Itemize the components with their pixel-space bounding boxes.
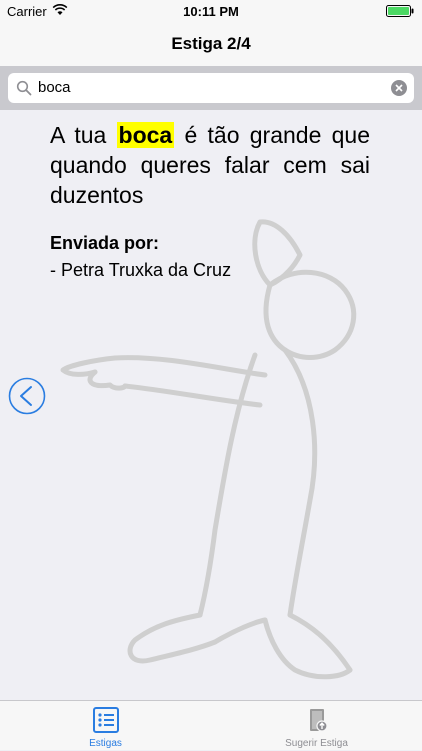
suggest-icon — [303, 706, 331, 734]
tab-sugerir-estiga[interactable]: Sugerir Estiga — [211, 701, 422, 751]
content-area: A tua boca é tão grande que quando quere… — [0, 110, 422, 700]
quote-text-before: A tua — [50, 122, 117, 148]
previous-button[interactable] — [8, 377, 46, 415]
clear-icon[interactable] — [391, 80, 407, 96]
character-illustration — [60, 219, 357, 680]
sender-label: Enviada por: — [50, 233, 160, 253]
list-icon — [92, 706, 120, 734]
chevron-left-icon — [8, 377, 46, 415]
tab-estigas[interactable]: Estigas — [0, 701, 211, 751]
search-input[interactable]: boca — [8, 73, 414, 103]
tab-label: Estigas — [89, 738, 122, 749]
navigation-bar: Estiga 2/4 — [0, 22, 422, 66]
tab-bar: Estigas Sugerir Estiga — [0, 700, 422, 750]
status-bar: Carrier 10:11 PM — [0, 0, 422, 22]
clock: 10:11 PM — [183, 4, 239, 19]
search-highlight: boca — [116, 122, 175, 148]
search-icon — [16, 80, 32, 96]
sender-name: - Petra Truxka da Cruz — [50, 260, 232, 280]
quote-text: A tua boca é tão grande que quando quere… — [50, 120, 370, 210]
battery-icon — [386, 5, 414, 17]
page-title: Estiga 2/4 — [171, 34, 251, 53]
search-value[interactable]: boca — [38, 79, 71, 96]
search-bar: boca — [0, 66, 422, 110]
tab-label: Sugerir Estiga — [285, 738, 348, 749]
